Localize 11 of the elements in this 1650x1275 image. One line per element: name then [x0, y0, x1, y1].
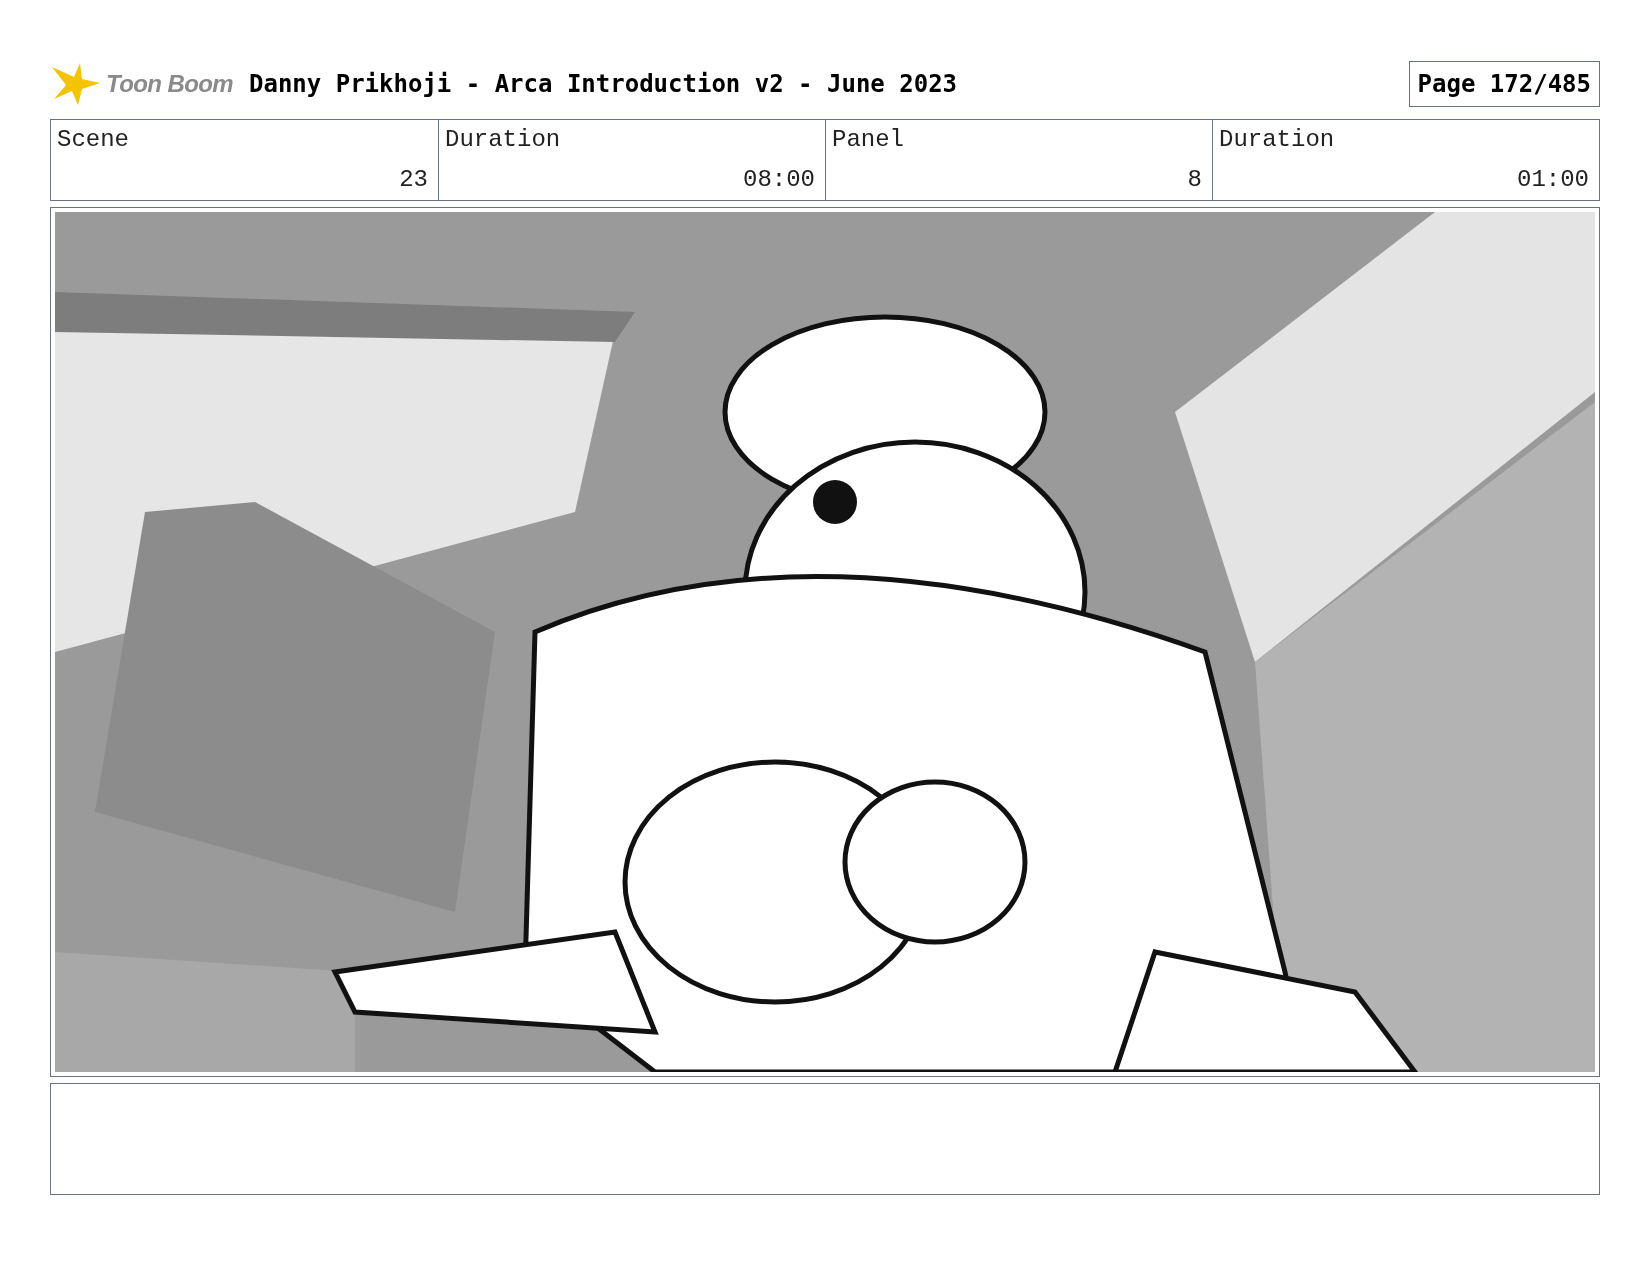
field-value: 01:00	[1516, 165, 1589, 195]
field-label: Scene	[57, 125, 129, 155]
field-value: 8	[1186, 165, 1202, 195]
field-value: 08:00	[742, 165, 815, 195]
field-value: 23	[398, 165, 428, 195]
field-label: Panel	[832, 125, 904, 155]
document-title: Danny Prikhoji - Arca Introduction v2 - June 2023	[249, 69, 958, 100]
field-label: Duration	[445, 125, 561, 155]
page-number: Page 172/485	[1408, 61, 1600, 107]
logo-text: Toon Boom	[106, 69, 233, 99]
field-label: Duration	[1219, 125, 1335, 155]
